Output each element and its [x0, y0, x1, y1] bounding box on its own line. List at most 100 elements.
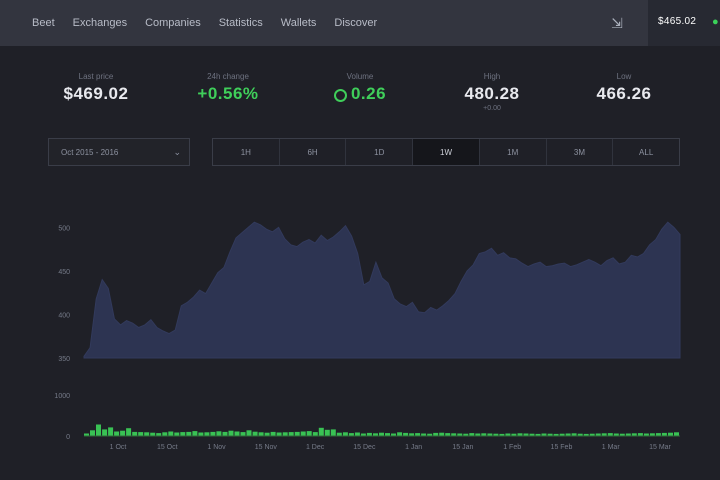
volume-bar: [270, 431, 276, 436]
nav-item-companies[interactable]: Companies: [145, 17, 201, 29]
x-tick-label: 15 Feb: [551, 444, 573, 451]
stat-value: $469.02: [40, 84, 152, 104]
stat-2: Volume 0.26: [304, 72, 416, 122]
volume-bar: [234, 431, 240, 436]
nav-item-wallets[interactable]: Wallets: [281, 17, 317, 29]
nav-item-statistics[interactable]: Statistics: [219, 17, 263, 29]
nav-item-discover[interactable]: Discover: [334, 17, 377, 29]
x-tick-label: 15 Nov: [255, 444, 278, 451]
export-icon: ⇲: [611, 14, 623, 31]
stat-value-text: 466.26: [596, 84, 652, 103]
interval-1m[interactable]: 1M: [480, 139, 547, 165]
account-balance[interactable]: $465.02: [658, 16, 696, 27]
volume-bar: [132, 431, 138, 436]
volume-bar: [120, 430, 126, 436]
volume-bar: [96, 424, 101, 436]
x-tick-label: 1 Dec: [306, 444, 325, 451]
volume-bar: [102, 429, 108, 436]
volume-bar: [240, 432, 246, 436]
stats-row: Last price $469.02 24h change +0.56% Volume 0…: [40, 72, 680, 122]
volume-bar: [324, 429, 330, 436]
volume-bar: [168, 431, 174, 436]
volume-bar: [354, 432, 360, 436]
y-tick-label: 400: [58, 312, 70, 319]
volume-bar: [222, 431, 228, 436]
volume-bar: [258, 432, 264, 436]
x-tick-label: 15 Mar: [649, 444, 671, 451]
top-bar: Beet Exchanges Companies Statistics Wallets D…: [0, 0, 720, 46]
nav-item-beet[interactable]: Beet: [32, 17, 55, 29]
stat-label: Low: [616, 72, 632, 81]
stat-1: 24h change +0.56%: [172, 72, 284, 122]
y-tick-label: 350: [58, 356, 70, 363]
x-tick-label: 15 Oct: [157, 444, 178, 451]
stat-3: High 480.28 +0.00: [436, 72, 548, 122]
volume-bar: [210, 431, 216, 436]
volume-bar: [216, 431, 222, 436]
volume-bar: [342, 432, 348, 436]
price-chart: 500 450 400 350 1000 0 1 Oct 15 Oct 1 Nov 15 Nov 1…: [54, 221, 681, 451]
volume-bar: [198, 432, 204, 436]
price-area: [83, 221, 681, 359]
volume-bar: [192, 431, 198, 436]
volume-bar: [397, 432, 403, 436]
export-button[interactable]: ⇲: [606, 12, 628, 34]
volume-bar: [162, 432, 168, 436]
stat-value-text: 480.28: [464, 84, 520, 103]
interval-all[interactable]: ALL: [613, 139, 679, 165]
stat-value-text: +0.56%: [197, 84, 259, 103]
volume-bar: [90, 430, 95, 436]
volume-bar: [252, 431, 258, 436]
coin-icon: [333, 89, 347, 102]
nav-item-exchanges[interactable]: Exchanges: [73, 17, 127, 29]
volume-bar: [246, 430, 252, 436]
stat-value-text: 0.26: [350, 84, 387, 103]
volume-bar: [114, 431, 120, 436]
chevron-down-icon: ⌄: [173, 147, 181, 157]
volume-bar: [228, 430, 234, 436]
volume-bar: [330, 429, 336, 436]
volume-tick-label: 1000: [54, 393, 70, 400]
x-tick-label: 15 Jan: [452, 444, 473, 451]
x-tick-label: 1 Jan: [405, 444, 422, 451]
interval-1w[interactable]: 1W: [413, 139, 480, 165]
volume-bar: [312, 432, 318, 436]
stat-value: +0.56%: [172, 84, 284, 104]
interval-6h[interactable]: 6H: [280, 139, 347, 165]
volume-bar: [288, 432, 294, 436]
interval-1h[interactable]: 1H: [213, 139, 280, 165]
date-range-select[interactable]: Oct 2015 - 2016 ⌄: [48, 138, 190, 166]
volume-bar: [294, 431, 300, 436]
x-tick-label: 1 Mar: [602, 444, 621, 451]
x-tick-label: 15 Dec: [353, 444, 376, 451]
volume-bar: [276, 432, 282, 436]
volume-bar: [108, 427, 114, 436]
interval-selector: 1H 6H 1D 1W 1M 3M ALL: [212, 138, 680, 166]
interval-3m[interactable]: 3M: [547, 139, 614, 165]
volume-bar: [306, 431, 312, 436]
stat-label: High: [483, 72, 501, 81]
stat-label: 24h change: [207, 72, 249, 81]
stat-value: 466.26: [568, 84, 680, 104]
main-nav: Beet Exchanges Companies Statistics Wallets D…: [0, 0, 648, 46]
stat-value-text: $469.02: [63, 84, 129, 103]
stat-sub: +0.00: [483, 105, 501, 112]
volume-tick-label: 0: [66, 434, 70, 441]
interval-1d[interactable]: 1D: [346, 139, 414, 165]
y-tick-label: 450: [58, 269, 70, 276]
stat-label: Volume: [346, 72, 374, 81]
volume-bar: [180, 432, 186, 436]
volume-bar: [138, 432, 144, 436]
x-tick-label: 1 Feb: [503, 444, 521, 451]
date-range-value: Oct 2015 - 2016: [61, 147, 119, 157]
volume-bar: [174, 432, 180, 436]
stat-value: 480.28: [436, 84, 548, 104]
volume-bar: [204, 432, 210, 436]
x-tick-label: 1 Nov: [207, 444, 226, 451]
y-tick-label: 500: [58, 225, 70, 232]
volume-bar: [674, 432, 679, 436]
status-dot-icon: ●: [712, 16, 719, 28]
volume-bar: [186, 431, 192, 436]
stat-value: 0.26: [304, 84, 416, 104]
volume-bar: [282, 432, 288, 436]
